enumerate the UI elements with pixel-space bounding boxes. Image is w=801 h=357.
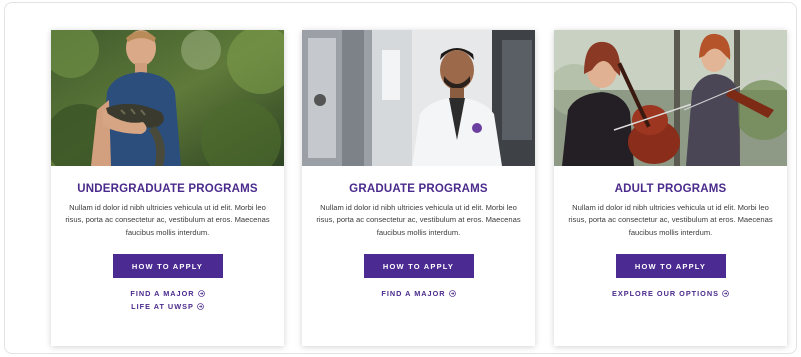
card-title: ADULT PROGRAMS (614, 183, 727, 195)
life-at-uwsp-link[interactable]: LIFE AT UWSP (51, 300, 284, 313)
student-with-lizard-photo (51, 30, 284, 166)
card-links: FIND A MAJOR LIFE AT UWSP (51, 287, 284, 313)
how-to-apply-button[interactable]: HOW TO APPLY (615, 254, 726, 279)
card-description: Nullam id dolor id nibh ultricies vehicu… (65, 203, 270, 237)
card-description: Nullam id dolor id nibh ultricies vehicu… (568, 203, 773, 237)
circle-arrow-right-icon (197, 290, 205, 298)
link-label: EXPLORE OUR OPTIONS (612, 289, 719, 299)
how-to-apply-button[interactable]: HOW TO APPLY (112, 254, 223, 279)
card-description: Nullam id dolor id nibh ultricies vehicu… (316, 203, 521, 237)
find-a-major-link[interactable]: FIND A MAJOR (51, 287, 284, 300)
circle-arrow-right-icon (448, 290, 456, 298)
explore-our-options-link[interactable]: EXPLORE OUR OPTIONS (554, 287, 787, 300)
card-links: EXPLORE OUR OPTIONS (554, 287, 787, 300)
card-title: GRADUATE PROGRAMS (349, 183, 488, 195)
program-card-adult: ADULT PROGRAMS Nullam id dolor id nibh u… (554, 30, 787, 346)
program-card-graduate: GRADUATE PROGRAMS Nullam id dolor id nib… (302, 30, 535, 346)
link-label: LIFE AT UWSP (131, 302, 194, 312)
lab-researcher-photo (302, 30, 535, 166)
link-label: FIND A MAJOR (130, 289, 195, 299)
how-to-apply-button[interactable]: HOW TO APPLY (363, 254, 474, 279)
card-title: UNDERGRADUATE PROGRAMS (77, 183, 258, 195)
card-links: FIND A MAJOR (302, 287, 535, 300)
find-a-major-link[interactable]: FIND A MAJOR (302, 287, 535, 300)
musicians-photo (554, 30, 787, 166)
link-label: FIND A MAJOR (381, 289, 446, 299)
circle-arrow-right-icon (197, 303, 204, 311)
circle-arrow-right-icon (722, 290, 729, 298)
program-card-undergraduate: UNDERGRADUATE PROGRAMS Nullam id dolor i… (51, 30, 284, 346)
